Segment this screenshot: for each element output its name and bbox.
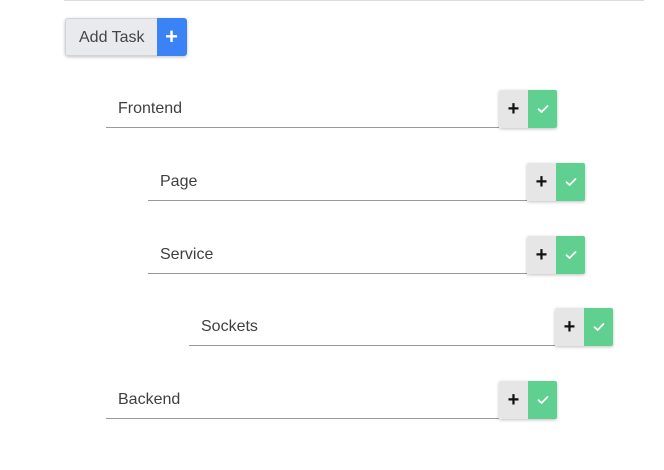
task-row-page: Page + <box>148 163 586 203</box>
complete-task-button[interactable] <box>556 163 585 201</box>
task-actions: + <box>555 308 613 346</box>
add-subtask-button[interactable]: + <box>527 236 556 274</box>
task-input-page[interactable]: Page <box>148 163 527 201</box>
add-subtask-button[interactable]: + <box>527 163 556 201</box>
task-actions: + <box>527 236 585 274</box>
check-icon <box>537 396 548 404</box>
task-actions: + <box>499 381 557 419</box>
task-label: Page <box>160 173 198 190</box>
task-actions: + <box>527 163 585 201</box>
task-row-service: Service + <box>148 236 586 276</box>
complete-task-button[interactable] <box>584 308 613 346</box>
plus-icon: + <box>507 97 520 120</box>
plus-icon: + <box>535 243 548 266</box>
add-subtask-button[interactable]: + <box>499 381 528 419</box>
task-row-frontend: Frontend + <box>106 90 558 130</box>
task-row-sockets: Sockets + <box>189 308 614 348</box>
add-task-button-group: Add Task + <box>65 18 187 56</box>
task-label: Service <box>160 246 214 263</box>
task-row-backend: Backend + <box>106 381 558 421</box>
task-label: Backend <box>118 391 181 408</box>
add-subtask-button[interactable]: + <box>555 308 584 346</box>
add-task-button[interactable]: Add Task <box>65 18 157 56</box>
task-input-sockets[interactable]: Sockets <box>189 308 555 346</box>
complete-task-button[interactable] <box>528 90 557 128</box>
check-icon <box>565 178 576 186</box>
check-icon <box>593 323 604 331</box>
task-label: Sockets <box>201 318 258 335</box>
task-actions: + <box>499 90 557 128</box>
task-label: Frontend <box>118 100 183 117</box>
check-icon <box>537 105 548 113</box>
task-tree-page: Add Task + Frontend + Page + Service + S… <box>0 0 664 470</box>
add-subtask-button[interactable]: + <box>499 90 528 128</box>
plus-icon: + <box>535 170 548 193</box>
task-input-frontend[interactable]: Frontend <box>106 90 499 128</box>
complete-task-button[interactable] <box>528 381 557 419</box>
check-icon <box>565 251 576 259</box>
task-input-service[interactable]: Service <box>148 236 527 274</box>
top-divider <box>64 0 644 1</box>
complete-task-button[interactable] <box>556 236 585 274</box>
task-input-backend[interactable]: Backend <box>106 381 499 419</box>
plus-icon: + <box>165 24 178 49</box>
plus-icon: + <box>507 388 520 411</box>
plus-icon: + <box>563 315 576 338</box>
add-task-plus-button[interactable]: + <box>156 18 187 56</box>
